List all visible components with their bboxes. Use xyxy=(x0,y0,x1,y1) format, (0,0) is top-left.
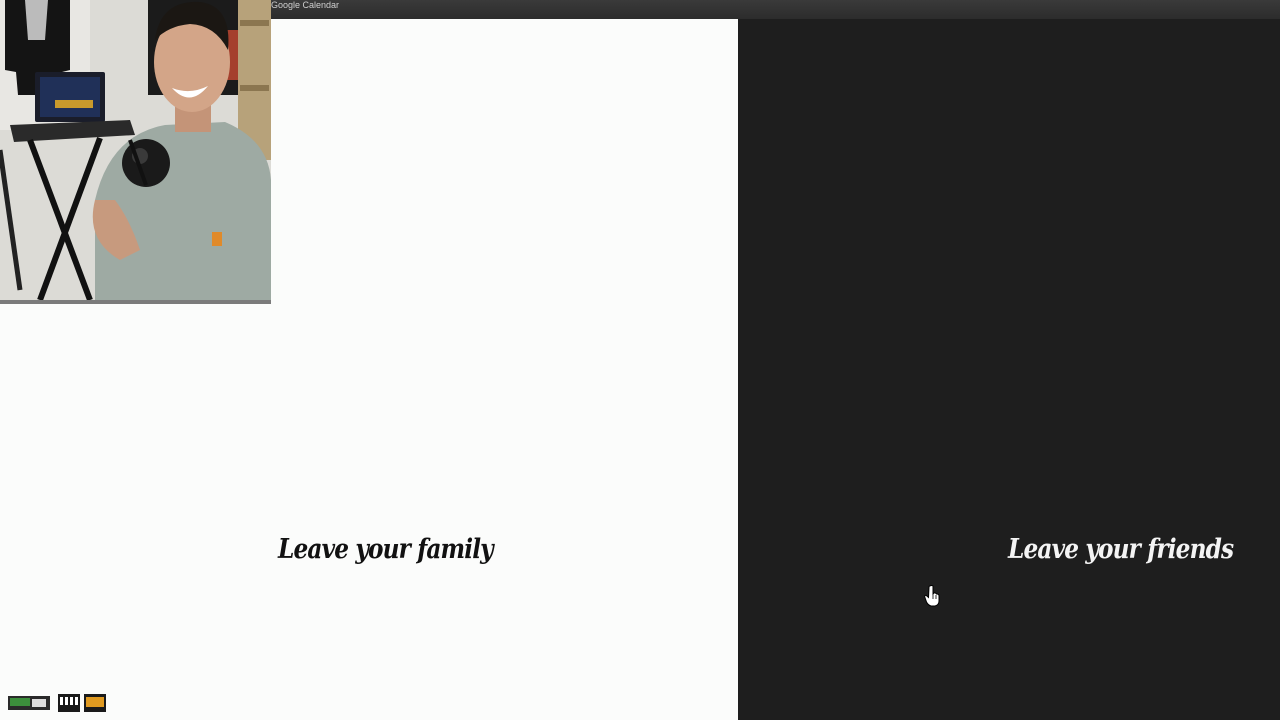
choice-right-label: Leave your friends xyxy=(1008,534,1234,565)
taskbar-icons-strip xyxy=(8,694,106,712)
hand-pointer-icon xyxy=(924,585,940,607)
webcam-person-icon xyxy=(0,0,271,304)
choice-left-label: Leave your family xyxy=(278,534,494,565)
choice-right-panel[interactable] xyxy=(738,19,1280,720)
webcam-overlay xyxy=(0,0,271,304)
overlay-taskbar xyxy=(8,694,112,714)
stream-frame: Google Calendar Leave your family Leave … xyxy=(0,0,1280,720)
browser-tab-title[interactable]: Google Calendar xyxy=(271,0,339,10)
